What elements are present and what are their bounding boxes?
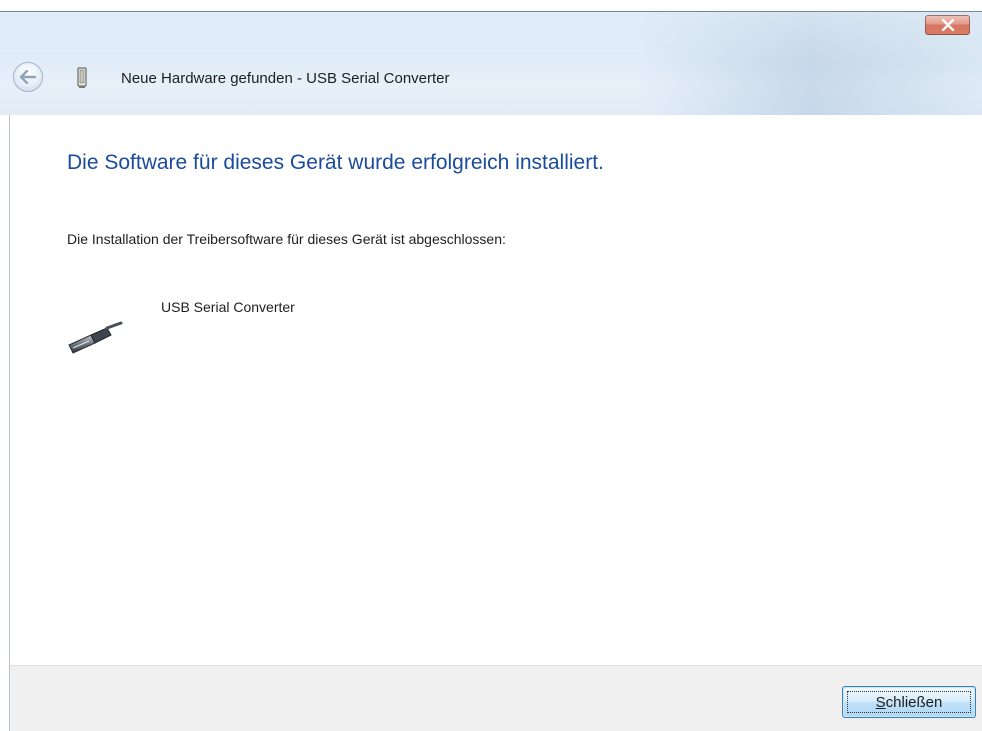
install-description: Die Installation der Treibersoftware für… xyxy=(67,231,506,247)
glass-highlight xyxy=(640,12,982,115)
window-close-button[interactable] xyxy=(925,15,970,35)
schliessen-button[interactable]: Schließen xyxy=(842,686,976,718)
wizard-content: Die Software für dieses Gerät wurde erfo… xyxy=(9,115,982,665)
window-title: Neue Hardware gefunden - USB Serial Conv… xyxy=(121,70,450,87)
device-name: USB Serial Converter xyxy=(161,299,295,315)
usb-device-icon xyxy=(77,67,87,88)
back-arrow-icon xyxy=(19,70,37,84)
mnemonic-letter: S xyxy=(875,693,886,711)
back-button[interactable] xyxy=(13,62,43,92)
usb-plug-icon xyxy=(68,321,123,354)
desktop-strip xyxy=(0,0,982,11)
schliessen-label: Schließen xyxy=(876,694,943,711)
wizard-window: Neue Hardware gefunden - USB Serial Conv… xyxy=(0,0,982,731)
title-bar: Neue Hardware gefunden - USB Serial Conv… xyxy=(0,11,982,115)
page-title: Die Software für dieses Gerät wurde erfo… xyxy=(67,151,604,174)
close-icon xyxy=(941,19,954,31)
button-bar: Schließen xyxy=(9,665,982,731)
label-rest: chließen xyxy=(885,693,943,711)
